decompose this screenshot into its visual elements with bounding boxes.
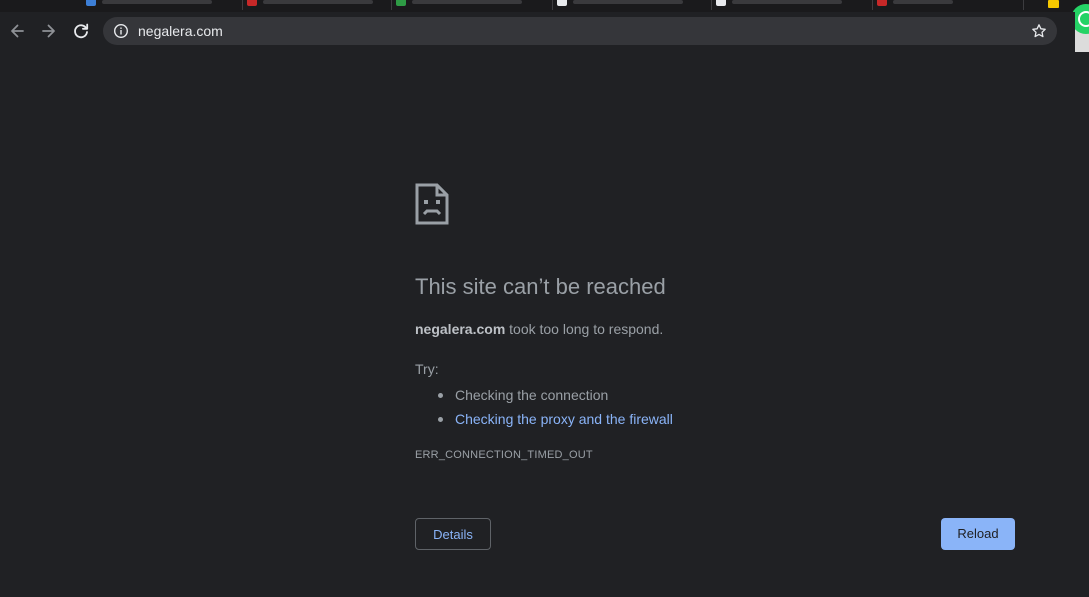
tab-strip <box>0 0 1089 12</box>
error-page: This site can’t be reached negalera.com … <box>0 52 1075 597</box>
tab-favicon <box>557 0 567 6</box>
tab[interactable] <box>82 0 243 10</box>
back-button[interactable] <box>6 20 28 42</box>
try-label: Try: <box>415 361 439 377</box>
tab[interactable] <box>243 0 392 10</box>
tab-title <box>573 0 683 4</box>
tab-title <box>102 0 212 4</box>
suggestion-check-connection: Checking the connection <box>437 383 673 407</box>
sad-page-icon <box>415 183 449 225</box>
extension-icon[interactable] <box>1048 0 1059 8</box>
tab-title <box>893 0 953 4</box>
reload-icon <box>74 23 89 39</box>
info-icon[interactable] <box>113 23 129 39</box>
star-icon[interactable] <box>1031 23 1047 39</box>
tab-favicon <box>396 0 406 6</box>
reload-button[interactable] <box>70 20 92 42</box>
error-headline: This site can’t be reached <box>415 274 666 299</box>
suggestion-check-proxy-firewall-link[interactable]: Checking the proxy and the firewall <box>437 407 673 431</box>
tab[interactable] <box>873 0 1024 10</box>
suggestions-list: Checking the connection Checking the pro… <box>437 383 673 431</box>
error-code: ERR_CONNECTION_TIMED_OUT <box>415 449 593 461</box>
tab-favicon <box>877 0 887 6</box>
address-bar[interactable]: negalera.com <box>103 17 1057 45</box>
tab[interactable] <box>712 0 873 10</box>
arrow-left-icon <box>11 24 24 38</box>
reload-page-button[interactable]: Reload <box>941 518 1015 550</box>
tab-title <box>263 0 373 4</box>
tab-favicon <box>86 0 96 6</box>
arrow-right-icon <box>42 24 55 38</box>
details-button[interactable]: Details <box>415 518 491 550</box>
browser-toolbar: negalera.com <box>0 12 1075 52</box>
error-message: took too long to respond. <box>505 321 664 337</box>
url-text[interactable]: negalera.com <box>138 23 223 39</box>
tab-favicon <box>716 0 726 6</box>
forward-button[interactable] <box>38 20 60 42</box>
error-host: negalera.com <box>415 321 506 337</box>
tab-title <box>412 0 522 4</box>
tab[interactable] <box>553 0 712 10</box>
tab-title <box>732 0 842 4</box>
error-description: negalera.com took too long to respond. <box>415 320 663 338</box>
tab-favicon <box>247 0 257 6</box>
tab[interactable] <box>392 0 553 10</box>
